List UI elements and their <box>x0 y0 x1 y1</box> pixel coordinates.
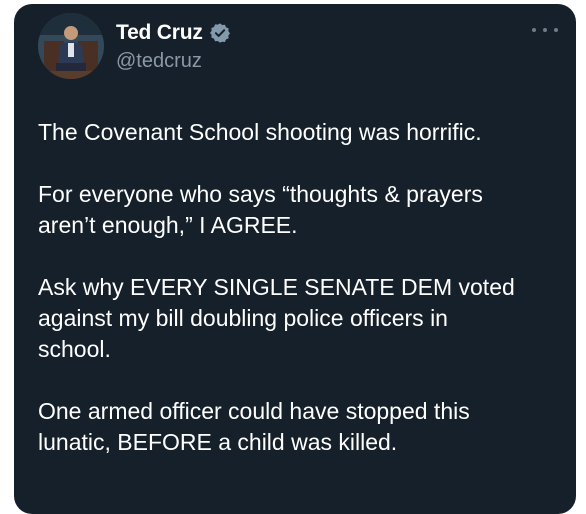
tweet-paragraph: Ask why EVERY SINGLE SENATE DEM voted ag… <box>38 274 515 362</box>
avatar[interactable] <box>38 13 104 79</box>
more-dot <box>543 28 547 32</box>
more-options-icon[interactable] <box>532 20 558 40</box>
more-dot <box>554 28 558 32</box>
profile-photo-icon <box>38 13 104 79</box>
tweet-paragraph: For everyone who says “thoughts & prayer… <box>38 181 483 238</box>
tweet-paragraph: One armed officer could have stopped thi… <box>38 398 470 455</box>
author-name-row: Ted Cruz <box>116 21 231 45</box>
tweet-paragraph: The Covenant School shooting was horrifi… <box>38 119 482 145</box>
author-display-name[interactable]: Ted Cruz <box>116 21 203 45</box>
verified-badge-icon <box>209 22 231 44</box>
tweet-card[interactable]: Ted Cruz @tedcruz The Covenant School sh… <box>14 4 576 514</box>
tweet-text: The Covenant School shooting was horrifi… <box>38 117 558 489</box>
more-dot <box>532 28 536 32</box>
author-handle[interactable]: @tedcruz <box>116 50 202 73</box>
